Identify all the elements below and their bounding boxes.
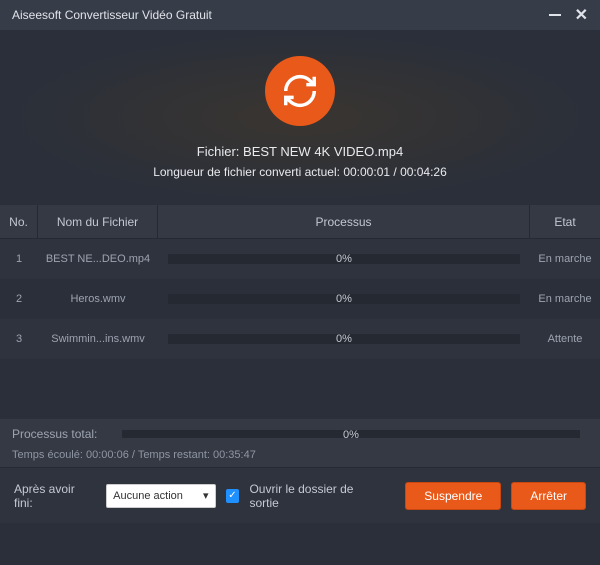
elapsed-value: 00:00:06 bbox=[86, 449, 129, 461]
after-finish-label: Après avoir fini: bbox=[14, 482, 96, 510]
close-button[interactable]: ✕ bbox=[575, 5, 588, 25]
file-name: BEST NEW 4K VIDEO.mp4 bbox=[243, 144, 403, 159]
open-folder-checkbox[interactable]: ✓ bbox=[226, 489, 240, 503]
row-name: BEST NE...DEO.mp4 bbox=[38, 239, 158, 279]
table-row[interactable]: 2 Heros.wmv 0% En marche bbox=[0, 279, 600, 319]
progress-percent: 0% bbox=[336, 253, 352, 265]
progress-percent: 0% bbox=[336, 293, 352, 305]
file-label: Fichier: bbox=[197, 144, 240, 159]
open-folder-label: Ouvrir le dossier de sortie bbox=[249, 482, 385, 510]
file-length-line: Longueur de fichier converti actuel: 00:… bbox=[153, 165, 447, 179]
row-no: 2 bbox=[0, 279, 38, 319]
row-status: Attente bbox=[530, 319, 600, 359]
table-row[interactable]: 3 Swimmin...ins.wmv 0% Attente bbox=[0, 319, 600, 359]
window-controls: ✕ bbox=[549, 5, 588, 25]
total-section: Processus total: 0% Temps écoulé: 00:00:… bbox=[0, 419, 600, 467]
total-row: Processus total: 0% bbox=[12, 427, 588, 441]
progress-percent: 0% bbox=[336, 333, 352, 345]
remaining-label: Temps restant: bbox=[138, 449, 210, 461]
header-process: Processus bbox=[158, 205, 530, 238]
row-process: 0% bbox=[158, 319, 530, 359]
row-name: Swimmin...ins.wmv bbox=[38, 319, 158, 359]
table-row[interactable]: 1 BEST NE...DEO.mp4 0% En marche bbox=[0, 239, 600, 279]
titlebar: Aiseesoft Convertisseur Vidéo Gratuit ✕ bbox=[0, 0, 600, 30]
header-status: Etat bbox=[530, 205, 600, 238]
select-value: Aucune action bbox=[113, 490, 183, 502]
table-header: No. Nom du Fichier Processus Etat bbox=[0, 205, 600, 239]
hero-panel: Fichier: BEST NEW 4K VIDEO.mp4 Longueur … bbox=[0, 30, 600, 205]
empty-area bbox=[0, 359, 600, 419]
time-line: Temps écoulé: 00:00:06 / Temps restant: … bbox=[12, 449, 588, 461]
progress-bar: 0% bbox=[168, 254, 520, 264]
suspend-button[interactable]: Suspendre bbox=[405, 482, 501, 510]
chevron-down-icon: ▾ bbox=[203, 489, 209, 502]
progress-bar: 0% bbox=[168, 334, 520, 344]
row-process: 0% bbox=[158, 239, 530, 279]
row-no: 1 bbox=[0, 239, 38, 279]
length-label: Longueur de fichier converti actuel: bbox=[153, 165, 340, 179]
refresh-icon bbox=[265, 56, 335, 126]
after-finish-select[interactable]: Aucune action ▾ bbox=[106, 484, 215, 508]
progress-bar: 0% bbox=[168, 294, 520, 304]
minimize-button[interactable] bbox=[549, 14, 561, 16]
row-status: En marche bbox=[530, 279, 600, 319]
window-title: Aiseesoft Convertisseur Vidéo Gratuit bbox=[12, 8, 212, 22]
length-elapsed: 00:00:01 bbox=[343, 165, 390, 179]
row-status: En marche bbox=[530, 239, 600, 279]
row-name: Heros.wmv bbox=[38, 279, 158, 319]
elapsed-label: Temps écoulé: bbox=[12, 449, 83, 461]
row-no: 3 bbox=[0, 319, 38, 359]
total-percent: 0% bbox=[343, 429, 359, 441]
table-body: 1 BEST NE...DEO.mp4 0% En marche 2 Heros… bbox=[0, 239, 600, 359]
current-file-line: Fichier: BEST NEW 4K VIDEO.mp4 bbox=[197, 144, 403, 159]
total-progress-bar: 0% bbox=[122, 430, 580, 438]
header-name: Nom du Fichier bbox=[38, 205, 158, 238]
remaining-value: 00:35:47 bbox=[213, 449, 256, 461]
stop-button[interactable]: Arrêter bbox=[511, 482, 586, 510]
header-no: No. bbox=[0, 205, 38, 238]
length-total: 00:04:26 bbox=[400, 165, 447, 179]
row-process: 0% bbox=[158, 279, 530, 319]
footer-bar: Après avoir fini: Aucune action ▾ ✓ Ouvr… bbox=[0, 467, 600, 523]
total-label: Processus total: bbox=[12, 427, 122, 441]
